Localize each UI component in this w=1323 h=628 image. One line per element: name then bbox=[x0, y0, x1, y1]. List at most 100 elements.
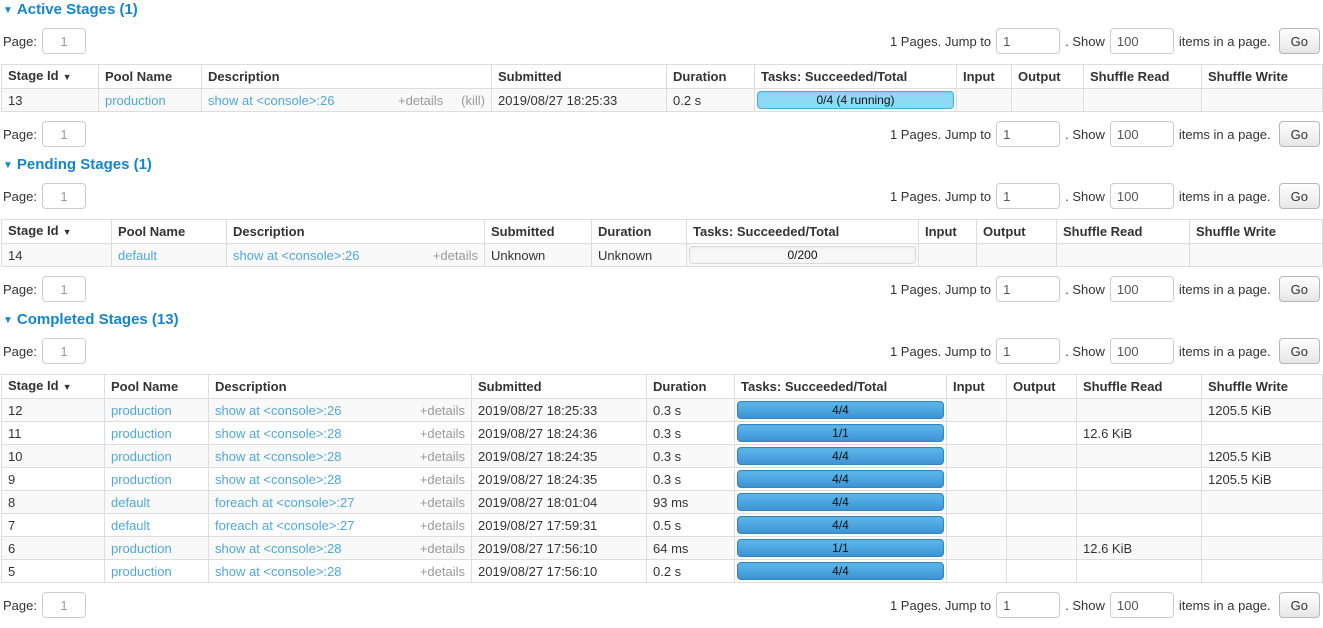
cell-pool-name-link[interactable]: default bbox=[111, 518, 150, 533]
show-count-input[interactable] bbox=[1110, 276, 1174, 302]
details-toggle[interactable]: +details bbox=[420, 449, 465, 464]
cell-pool-name-link[interactable]: production bbox=[105, 93, 166, 108]
description-link[interactable]: foreach at <console>:27 bbox=[215, 495, 355, 510]
table-row: 13productionshow at <console>:26+details… bbox=[2, 89, 1323, 112]
description-link[interactable]: show at <console>:26 bbox=[208, 93, 334, 108]
column-header-submitted[interactable]: Submitted bbox=[492, 65, 667, 89]
details-toggle[interactable]: +details bbox=[420, 426, 465, 441]
show-count-input[interactable] bbox=[1110, 183, 1174, 209]
column-header-description[interactable]: Description bbox=[209, 375, 472, 399]
pagination-left: Page: bbox=[3, 121, 86, 147]
column-header-pool-name[interactable]: Pool Name bbox=[99, 65, 202, 89]
column-header-label: Duration bbox=[673, 69, 726, 84]
column-header-submitted[interactable]: Submitted bbox=[485, 220, 592, 244]
column-header-stage-id[interactable]: Stage Id▼ bbox=[2, 220, 112, 244]
column-header-output[interactable]: Output bbox=[1012, 65, 1084, 89]
cell-pool-name-link[interactable]: production bbox=[111, 564, 172, 579]
description-link[interactable]: show at <console>:28 bbox=[215, 541, 341, 556]
show-count-input[interactable] bbox=[1110, 121, 1174, 147]
column-header-shuffle-read[interactable]: Shuffle Read bbox=[1057, 220, 1190, 244]
page-number-input[interactable] bbox=[42, 28, 86, 54]
cell-output bbox=[1007, 491, 1077, 514]
column-header-shuffle-write[interactable]: Shuffle Write bbox=[1190, 220, 1323, 244]
column-header-submitted[interactable]: Submitted bbox=[472, 375, 647, 399]
column-header-shuffle-read[interactable]: Shuffle Read bbox=[1077, 375, 1202, 399]
page-number-input[interactable] bbox=[42, 592, 86, 618]
details-toggle[interactable]: +details bbox=[420, 518, 465, 533]
column-header-tasks-succeeded-total[interactable]: Tasks: Succeeded/Total bbox=[687, 220, 919, 244]
jump-to-input[interactable] bbox=[996, 183, 1060, 209]
cell-pool-name-link[interactable]: production bbox=[111, 403, 172, 418]
details-toggle[interactable]: +details bbox=[433, 248, 478, 263]
show-count-input[interactable] bbox=[1110, 338, 1174, 364]
cell-pool-name-link[interactable]: production bbox=[111, 541, 172, 556]
column-header-tasks-succeeded-total[interactable]: Tasks: Succeeded/Total bbox=[755, 65, 957, 89]
pending-stages-heading[interactable]: ▼Pending Stages (1) bbox=[3, 157, 1322, 174]
active-stages-heading[interactable]: ▼Active Stages (1) bbox=[3, 2, 1322, 19]
jump-to-input[interactable] bbox=[996, 338, 1060, 364]
cell-pool-name-link[interactable]: production bbox=[111, 472, 172, 487]
column-header-input[interactable]: Input bbox=[947, 375, 1007, 399]
column-header-description[interactable]: Description bbox=[202, 65, 492, 89]
column-header-description[interactable]: Description bbox=[227, 220, 485, 244]
column-header-output[interactable]: Output bbox=[1007, 375, 1077, 399]
column-header-input[interactable]: Input bbox=[919, 220, 977, 244]
go-button[interactable]: Go bbox=[1279, 121, 1320, 147]
description-link[interactable]: show at <console>:26 bbox=[233, 248, 359, 263]
column-header-duration[interactable]: Duration bbox=[592, 220, 687, 244]
table-row: 7defaultforeach at <console>:27+details2… bbox=[2, 514, 1323, 537]
column-header-input[interactable]: Input bbox=[957, 65, 1012, 89]
column-header-shuffle-write[interactable]: Shuffle Write bbox=[1202, 375, 1323, 399]
completed-stages-heading[interactable]: ▼Completed Stages (13) bbox=[3, 312, 1322, 329]
go-button[interactable]: Go bbox=[1279, 276, 1320, 302]
go-button[interactable]: Go bbox=[1279, 338, 1320, 364]
description-link[interactable]: show at <console>:26 bbox=[215, 403, 341, 418]
description-link[interactable]: show at <console>:28 bbox=[215, 472, 341, 487]
page-number-input[interactable] bbox=[42, 183, 86, 209]
column-header-shuffle-write[interactable]: Shuffle Write bbox=[1202, 65, 1323, 89]
go-button[interactable]: Go bbox=[1279, 28, 1320, 54]
column-header-pool-name[interactable]: Pool Name bbox=[112, 220, 227, 244]
go-button[interactable]: Go bbox=[1279, 183, 1320, 209]
go-button[interactable]: Go bbox=[1279, 592, 1320, 618]
cell-shuffle-read: 12.6 KiB bbox=[1077, 422, 1202, 445]
section-title: Active Stages (1) bbox=[17, 1, 138, 18]
page-number-input[interactable] bbox=[42, 121, 86, 147]
jump-to-input[interactable] bbox=[996, 28, 1060, 54]
description-link[interactable]: show at <console>:28 bbox=[215, 426, 341, 441]
description-link[interactable]: show at <console>:28 bbox=[215, 449, 341, 464]
cell-pool-name-link[interactable]: production bbox=[111, 449, 172, 464]
jump-to-input[interactable] bbox=[996, 276, 1060, 302]
show-count-input[interactable] bbox=[1110, 592, 1174, 618]
column-header-tasks-succeeded-total[interactable]: Tasks: Succeeded/Total bbox=[735, 375, 947, 399]
details-toggle[interactable]: +details bbox=[420, 403, 465, 418]
column-header-stage-id[interactable]: Stage Id▼ bbox=[2, 65, 99, 89]
details-toggle[interactable]: +details bbox=[420, 564, 465, 579]
cell-pool-name-link[interactable]: production bbox=[111, 426, 172, 441]
column-header-pool-name[interactable]: Pool Name bbox=[105, 375, 209, 399]
jump-to-input[interactable] bbox=[996, 121, 1060, 147]
details-toggle[interactable]: +details bbox=[398, 93, 443, 108]
details-toggle[interactable]: +details bbox=[420, 541, 465, 556]
cell-description: show at <console>:26 +details (kill) bbox=[202, 89, 492, 112]
column-header-stage-id[interactable]: Stage Id▼ bbox=[2, 375, 105, 399]
cell-pool-name-link[interactable]: default bbox=[111, 495, 150, 510]
total-pages-text: 1 Pages. Jump to bbox=[890, 34, 991, 49]
cell-duration: 0.3 s bbox=[647, 399, 735, 422]
cell-shuffle-write bbox=[1190, 244, 1323, 267]
description-actions: +details (kill) bbox=[398, 93, 485, 108]
column-header-output[interactable]: Output bbox=[977, 220, 1057, 244]
column-header-duration[interactable]: Duration bbox=[667, 65, 755, 89]
details-toggle[interactable]: +details bbox=[420, 495, 465, 510]
show-count-input[interactable] bbox=[1110, 28, 1174, 54]
kill-link[interactable]: (kill) bbox=[461, 93, 485, 108]
description-link[interactable]: foreach at <console>:27 bbox=[215, 518, 355, 533]
jump-to-input[interactable] bbox=[996, 592, 1060, 618]
column-header-shuffle-read[interactable]: Shuffle Read bbox=[1084, 65, 1202, 89]
page-number-input[interactable] bbox=[42, 338, 86, 364]
cell-pool-name-link[interactable]: default bbox=[118, 248, 157, 263]
description-link[interactable]: show at <console>:28 bbox=[215, 564, 341, 579]
column-header-duration[interactable]: Duration bbox=[647, 375, 735, 399]
page-number-input[interactable] bbox=[42, 276, 86, 302]
details-toggle[interactable]: +details bbox=[420, 472, 465, 487]
